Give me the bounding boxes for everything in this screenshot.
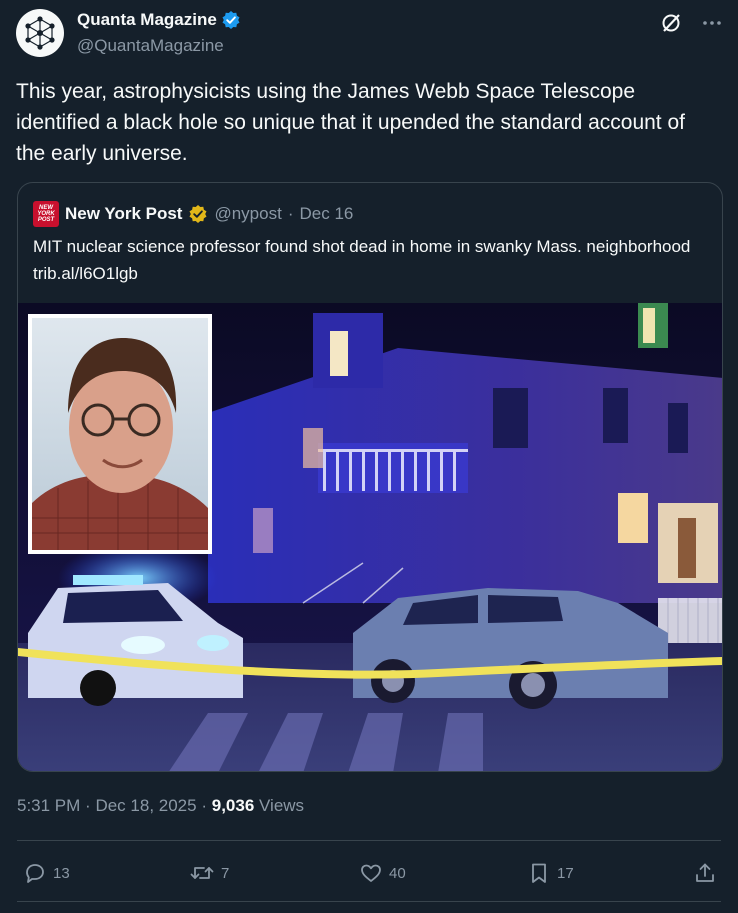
- quoted-author-name[interactable]: New York Post: [65, 204, 182, 224]
- nypost-avatar: NEW YORK POST: [33, 201, 59, 227]
- share-button[interactable]: [693, 861, 717, 885]
- bookmark-count: 17: [557, 864, 574, 882]
- quoted-separator: ·: [287, 204, 294, 223]
- repost-icon: [190, 867, 214, 879]
- quoted-date[interactable]: Dec 16: [300, 204, 354, 224]
- author-avatar[interactable]: [16, 9, 64, 57]
- tweet-top-actions: [660, 12, 722, 34]
- tweet-time[interactable]: 5:31 PM: [17, 796, 80, 815]
- author-name-row: Quanta Magazine: [77, 10, 241, 30]
- quoted-tweet[interactable]: NEW YORK POST New York Post @nypost · De…: [17, 182, 723, 772]
- heart-icon: [361, 864, 381, 882]
- tweet-actions-bar: 13 7 40 17: [17, 856, 721, 890]
- grok-icon[interactable]: [660, 12, 682, 34]
- nypost-logo-text: NEW YORK POST: [37, 205, 55, 223]
- meta-separator: ·: [201, 796, 207, 815]
- divider-top: [17, 840, 721, 841]
- author-display-name[interactable]: Quanta Magazine: [77, 10, 217, 30]
- quoted-tweet-text: MIT nuclear science professor found shot…: [33, 237, 691, 283]
- quoted-news-photo[interactable]: [18, 303, 723, 772]
- tweet-date[interactable]: Dec 18, 2025: [95, 796, 196, 815]
- repost-button[interactable]: 7: [189, 861, 229, 885]
- tweet-text: This year, astrophysicists using the Jam…: [16, 80, 685, 165]
- author-handle[interactable]: @QuantaMagazine: [77, 36, 224, 56]
- verified-badge-icon: [222, 11, 240, 29]
- quoted-tweet-header: NEW YORK POST New York Post @nypost · De…: [33, 201, 353, 227]
- views-label: Views: [259, 796, 305, 815]
- reply-button[interactable]: 13: [23, 861, 70, 885]
- tweet-timestamp: 5:31 PM · Dec 18, 2025 · 9,036 Views: [17, 796, 304, 816]
- divider-bottom: [17, 901, 721, 902]
- reply-icon: [26, 864, 44, 883]
- views-count: 9,036: [211, 796, 255, 815]
- more-options-icon[interactable]: [702, 13, 722, 33]
- network-logo-icon: [25, 16, 55, 50]
- like-button[interactable]: 40: [359, 861, 406, 885]
- meta-separator: ·: [85, 796, 91, 815]
- bookmark-icon: [532, 863, 546, 883]
- reply-count: 13: [53, 864, 70, 882]
- share-icon: [696, 863, 714, 882]
- like-count: 40: [389, 864, 406, 882]
- gold-verified-badge-icon: [189, 205, 207, 223]
- bookmark-button[interactable]: 17: [527, 861, 574, 885]
- quoted-author-handle[interactable]: @nypost: [214, 204, 281, 224]
- repost-count: 7: [221, 864, 230, 882]
